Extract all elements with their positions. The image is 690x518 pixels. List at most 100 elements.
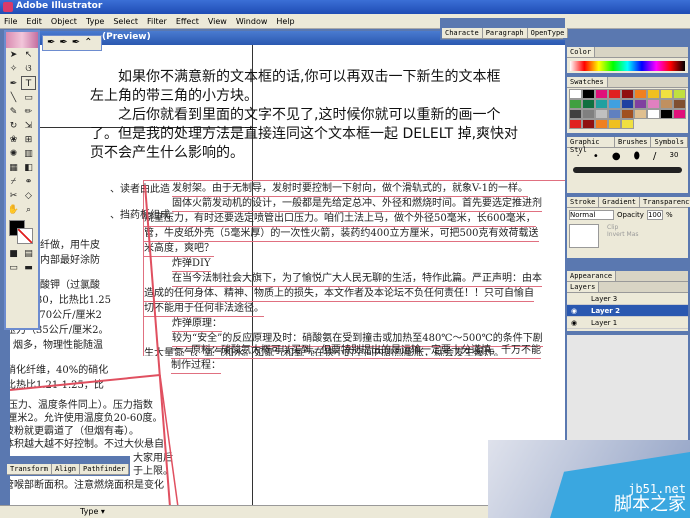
graph-tool-icon[interactable]: ▥ — [21, 147, 36, 161]
color-swatch[interactable] — [569, 119, 582, 129]
menu-object[interactable]: Object — [51, 17, 77, 28]
color-swatch[interactable] — [582, 89, 595, 99]
fill-stroke-swatches[interactable] — [6, 217, 38, 247]
color-swatch[interactable] — [595, 99, 608, 109]
color-swatch[interactable] — [608, 119, 621, 129]
tab-transform[interactable]: Transform — [7, 464, 52, 474]
color-swatch[interactable] — [634, 89, 647, 99]
color-swatch[interactable] — [621, 119, 634, 129]
color-swatch[interactable] — [647, 99, 660, 109]
scissors-tool-icon[interactable]: ✂ — [6, 189, 21, 203]
tab-opentype[interactable]: OpenType — [527, 28, 569, 38]
color-swatch[interactable] — [660, 109, 673, 119]
rectangle-tool-icon[interactable]: ▭ — [21, 91, 36, 105]
tab-graphic-styles[interactable]: Graphic Styl — [567, 137, 615, 154]
invert-mask-checkbox[interactable]: Invert Mas — [607, 231, 639, 238]
blend-tool-icon[interactable]: ⚭ — [21, 175, 36, 189]
delete-anchor-point-icon[interactable]: ✒ — [72, 37, 80, 49]
layer-row-selected[interactable]: ◉ Layer 2 — [567, 305, 688, 317]
gradient-tool-icon[interactable]: ◧ — [21, 161, 36, 175]
color-swatch[interactable] — [621, 89, 634, 99]
color-swatch[interactable] — [595, 119, 608, 129]
color-swatch[interactable] — [660, 99, 673, 109]
opacity-input[interactable]: 100 — [646, 210, 663, 220]
color-swatch[interactable] — [582, 99, 595, 109]
charcoal-brush-stroke[interactable] — [573, 167, 682, 173]
color-swatch[interactable] — [608, 109, 621, 119]
color-swatch[interactable] — [569, 89, 582, 99]
color-swatch[interactable] — [608, 99, 621, 109]
menu-filter[interactable]: Filter — [147, 17, 167, 28]
color-swatch[interactable] — [621, 99, 634, 109]
line-tool-icon[interactable]: ╲ — [6, 91, 21, 105]
magic-wand-tool-icon[interactable]: ✧ — [6, 62, 21, 76]
rotate-tool-icon[interactable]: ↻ — [6, 119, 21, 133]
eye-icon[interactable]: ◉ — [571, 307, 587, 315]
pen-tool-icon[interactable]: ✒ — [47, 37, 55, 49]
color-swatch[interactable] — [634, 99, 647, 109]
color-swatch[interactable] — [647, 109, 660, 119]
layer-row[interactable]: Layer 3 — [567, 293, 688, 305]
color-swatch[interactable] — [673, 99, 686, 109]
stroke-swatch-none[interactable] — [17, 228, 33, 244]
tab-swatches[interactable]: Swatches — [567, 77, 608, 87]
color-mode-icon[interactable]: ■ — [6, 247, 21, 261]
tab-character[interactable]: Characte — [442, 28, 483, 38]
screen-mode-icon[interactable]: ▭ — [6, 261, 21, 275]
artboard-canvas[interactable]: 如果你不满意新的文本框的话,你可以再双击一下新生的文本框 左上角的带三角的小方块… — [10, 45, 565, 507]
tab-align[interactable]: Align — [51, 464, 81, 474]
menu-file[interactable]: File — [4, 17, 17, 28]
tab-color[interactable]: Color — [567, 47, 596, 57]
layer-row[interactable]: ◉ Layer 1 — [567, 317, 688, 329]
menu-effect[interactable]: Effect — [176, 17, 199, 28]
slice-tool-icon[interactable]: ◇ — [21, 189, 36, 203]
selection-tool-icon[interactable]: ➤ — [6, 48, 21, 62]
menu-type[interactable]: Type — [86, 17, 104, 28]
menu-help[interactable]: Help — [276, 17, 294, 28]
zoom-tool-icon[interactable]: ⌕ — [21, 203, 36, 217]
color-swatch[interactable] — [595, 89, 608, 99]
tab-pathfinder[interactable]: Pathfinder — [80, 464, 130, 474]
menu-edit[interactable]: Edit — [26, 17, 42, 28]
scale-tool-icon[interactable]: ⇲ — [21, 119, 36, 133]
color-swatch[interactable] — [647, 89, 660, 99]
color-swatch[interactable] — [634, 109, 647, 119]
full-screen-mode-icon[interactable]: ▬ — [21, 261, 36, 275]
status-tool-dropdown[interactable]: Type — [80, 507, 98, 516]
blend-mode-select[interactable]: Normal — [569, 210, 614, 220]
free-transform-tool-icon[interactable]: ⊞ — [21, 133, 36, 147]
tab-symbols[interactable]: Symbols — [651, 137, 688, 147]
color-swatch[interactable] — [673, 109, 686, 119]
menu-select[interactable]: Select — [113, 17, 138, 28]
mesh-tool-icon[interactable]: ▦ — [6, 161, 21, 175]
color-swatch[interactable] — [673, 89, 686, 99]
color-swatch[interactable] — [608, 89, 621, 99]
add-anchor-point-icon[interactable]: ✒ — [59, 37, 67, 49]
tab-paragraph[interactable]: Paragraph — [482, 28, 528, 38]
lasso-tool-icon[interactable]: ଓ — [21, 62, 36, 76]
convert-anchor-point-icon[interactable]: ⌃ — [84, 37, 92, 49]
tab-appearance[interactable]: Appearance — [567, 271, 617, 281]
color-swatch[interactable] — [595, 109, 608, 119]
tab-transparency[interactable]: Transparency — [640, 197, 690, 207]
color-swatch[interactable] — [569, 99, 582, 109]
tab-brushes[interactable]: Brushes — [614, 137, 652, 147]
color-swatch[interactable] — [660, 89, 673, 99]
color-swatch[interactable] — [582, 119, 595, 129]
eyedropper-tool-icon[interactable]: ⌿ — [6, 175, 21, 189]
pencil-tool-icon[interactable]: ✏ — [21, 105, 36, 119]
eye-icon[interactable]: ◉ — [571, 319, 587, 327]
color-swatch[interactable] — [569, 109, 582, 119]
pen-tool-icon[interactable]: ✒ — [6, 77, 21, 91]
menu-window[interactable]: Window — [236, 17, 268, 28]
tab-stroke[interactable]: Stroke — [567, 197, 600, 207]
tab-layers[interactable]: Layers — [567, 282, 600, 292]
paintbrush-tool-icon[interactable]: ✎ — [6, 105, 21, 119]
color-swatch[interactable] — [582, 109, 595, 119]
color-swatch[interactable] — [621, 109, 634, 119]
tab-gradient[interactable]: Gradient — [599, 197, 641, 207]
symbol-sprayer-tool-icon[interactable]: ✺ — [6, 147, 21, 161]
direct-selection-tool-icon[interactable]: ↖ — [21, 48, 36, 62]
gradient-mode-icon[interactable]: ▤ — [21, 247, 36, 261]
warp-tool-icon[interactable]: ❀ — [6, 133, 21, 147]
